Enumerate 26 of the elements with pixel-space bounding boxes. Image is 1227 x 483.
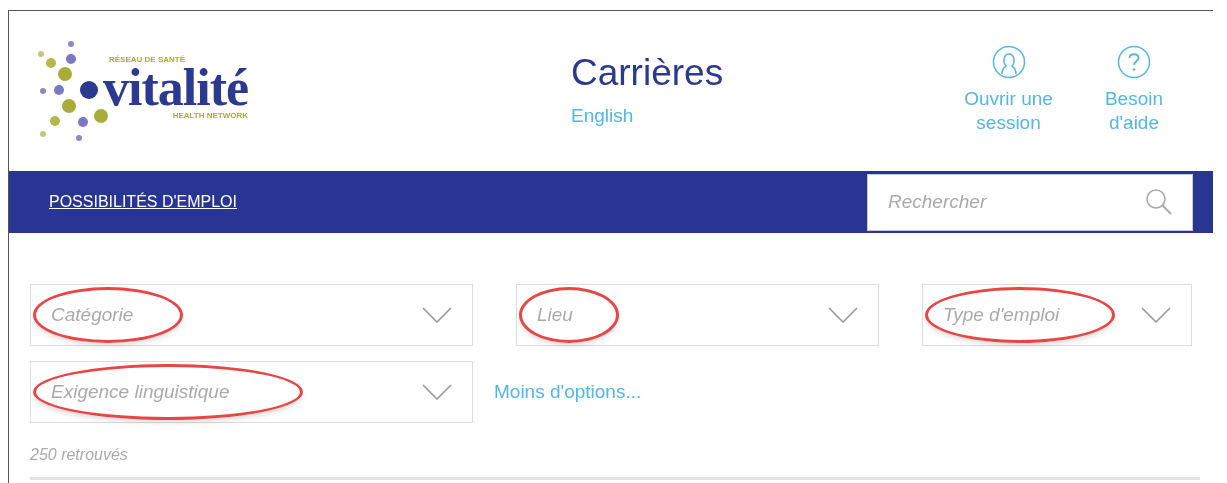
chevron-down-icon[interactable] [422,384,452,400]
less-options-link[interactable]: Moins d'options... [494,377,879,407]
help-icon[interactable] [1116,45,1151,79]
page-title: Carrières [571,51,724,95]
dropdown-placeholder: Catégorie [51,302,135,327]
header-link[interactable]: Ouvrir une session [964,87,1053,135]
logo-wordmark: vitalité [103,64,249,112]
filter-dropdown[interactable]: Lieu [516,284,879,346]
chevron-down-icon[interactable] [828,307,858,323]
logo-tagline: RÉSEAU DE SANTÉ [109,56,186,64]
dropdown-placeholder: Lieu [537,302,574,327]
filter-dropdown[interactable]: Exigence linguistique [30,361,473,423]
language-link[interactable]: English [571,105,724,127]
filter-dropdown[interactable]: Catégorie [30,284,473,346]
search-icon[interactable] [1145,187,1173,216]
chevron-down-icon[interactable] [422,307,452,323]
header-link[interactable]: Besoin d'aide [1104,87,1163,135]
dropdown-placeholder: Type d'emploi [943,302,1061,327]
dropdown-placeholder: Exigence linguistique [51,379,231,404]
filter-dropdown[interactable]: Type d'emploi [922,284,1192,346]
chevron-down-icon[interactable] [1141,307,1171,323]
user-icon[interactable] [991,45,1026,79]
nav-link[interactable]: POSSIBILITÉS D'EMPLOI [49,190,237,214]
result-count: 250 retrouvés [30,445,129,465]
logo-tagline: HEALTH NETWORK [172,112,249,120]
search-field[interactable]: Rechercher [867,173,1193,231]
